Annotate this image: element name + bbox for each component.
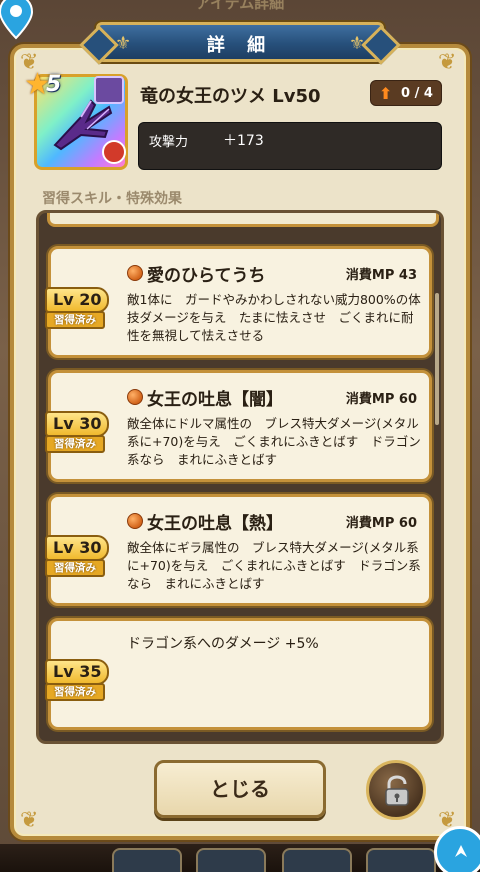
rarity-badge: ★ 5: [24, 70, 74, 100]
skill-card[interactable]: 女王の吐息【熱】 消費MP 60 敵全体にギラ属性の ブレス特大ダメージ(メタル…: [45, 494, 432, 606]
lock-icon: [385, 775, 409, 806]
lock-button[interactable]: [366, 760, 426, 820]
learned-label: 習得済み: [45, 559, 105, 577]
upgrade-count: 0 / 4: [401, 86, 433, 101]
compass-icon[interactable]: [434, 826, 480, 872]
bottom-item-strip: [0, 844, 480, 872]
stat-value: ＋173: [223, 133, 264, 149]
dialog-title-banner: ⚜ 詳 細 ⚜: [96, 22, 384, 62]
level-tag: Lv 30 習得済み: [45, 535, 109, 579]
bottom-slot[interactable]: [196, 848, 266, 872]
bottom-slot[interactable]: [366, 848, 436, 872]
level-label: Lv 30: [45, 411, 109, 437]
dialog-title: 詳 細: [206, 35, 274, 56]
list-item-partial: [47, 213, 439, 227]
bottom-slot[interactable]: [112, 848, 182, 872]
learned-label: 習得済み: [45, 311, 105, 329]
level-tag: Lv 35 習得済み: [45, 659, 109, 703]
bottom-slot[interactable]: [282, 848, 352, 872]
element-badge-icon: [102, 140, 126, 164]
level-label: Lv 30: [45, 535, 109, 561]
skill-name: 女王の吐息【熱】: [147, 514, 283, 534]
up-arrow-icon: ⬆: [379, 84, 393, 103]
compass-needle-icon: [455, 845, 467, 857]
close-button[interactable]: とじる: [154, 760, 326, 818]
item-name: 竜の女王のツメ Lv50: [140, 86, 321, 107]
skill-mp-cost: 消費MP 60: [345, 516, 417, 531]
skill-orb-icon: [127, 513, 143, 529]
character-portrait-icon: [94, 76, 124, 104]
stat-label: 攻撃力: [149, 135, 189, 150]
rarity-number: 5: [46, 72, 62, 97]
skill-name: 愛のひらてうち: [147, 266, 266, 286]
level-tag: Lv 30 習得済み: [45, 411, 109, 455]
skill-name: 女王の吐息【闇】: [147, 390, 283, 410]
fleur-icon: ⚜: [348, 33, 365, 54]
section-heading: 習得スキル・特殊効果: [42, 191, 182, 207]
corner-ornament-icon: ❦: [20, 808, 39, 833]
skill-description: 敵全体にドルマ属性の ブレス特大ダメージ(メタル系に+70)を与え ごくまれにふ…: [127, 416, 421, 467]
upgrade-counter: ⬆ 0 / 4: [370, 80, 442, 106]
learned-label: 習得済み: [45, 683, 105, 701]
stats-box: 攻撃力 ＋173: [138, 122, 442, 170]
level-tag: Lv 20 習得済み: [45, 287, 109, 331]
backdrop-title: アイテム詳細: [195, 0, 285, 12]
skill-description: 敵全体にギラ属性の ブレス特大ダメージ(メタル系に+70)を与え ごくまれにふき…: [127, 540, 421, 591]
skill-card[interactable]: 愛のひらてうち 消費MP 43 敵1体に ガードやみかわしされない威力800%の…: [45, 246, 432, 358]
map-pin-icon[interactable]: [0, 0, 34, 40]
level-label: Lv 20: [45, 287, 109, 313]
corner-ornament-icon: ❦: [438, 50, 457, 75]
skill-description: 敵1体に ガードやみかわしされない威力800%の体技ダメージを与え たまに怯えさ…: [127, 292, 421, 343]
effect-description: ドラゴン系へのダメージ +5%: [127, 636, 319, 652]
list-scrollbar[interactable]: [435, 293, 439, 425]
effect-card[interactable]: ドラゴン系へのダメージ +5% Lv 35 習得済み: [45, 618, 432, 730]
skill-orb-icon: [127, 265, 143, 281]
skill-mp-cost: 消費MP 43: [345, 268, 417, 283]
level-label: Lv 35: [45, 659, 109, 685]
learned-label: 習得済み: [45, 435, 105, 453]
skill-card[interactable]: 女王の吐息【闇】 消費MP 60 敵全体にドルマ属性の ブレス特大ダメージ(メタ…: [45, 370, 432, 482]
skill-orb-icon: [127, 389, 143, 405]
skill-mp-cost: 消費MP 60: [345, 392, 417, 407]
